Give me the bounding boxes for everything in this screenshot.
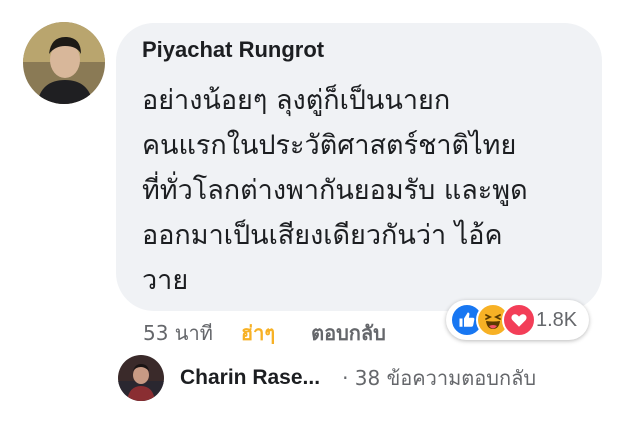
comment-text: อย่างน้อยๆ ลุงตู่ก็เป็นนายก คนแรกในประวั… [142, 78, 588, 303]
commenter-avatar[interactable] [23, 22, 105, 104]
comment-line: คนแรกในประวัติศาสตร์ชาติไทย [142, 130, 517, 161]
reply-author-name[interactable]: Charin Rase... [180, 366, 320, 390]
reply-button[interactable]: ตอบกลับ [311, 317, 386, 349]
love-icon [502, 303, 536, 337]
reaction-summary[interactable]: 1.8K [446, 300, 590, 340]
comment-timestamp[interactable]: 53 นาที [143, 317, 213, 349]
comment-bubble: Piyachat Rungrot อย่างน้อยๆ ลุงตู่ก็เป็น… [116, 23, 602, 311]
reply-author-avatar[interactable] [118, 355, 164, 401]
comment-line: วาย [142, 265, 189, 296]
haha-reaction-button[interactable]: ฮ่าๆ [241, 317, 275, 349]
replies-preview[interactable]: Charin Rase... · 38 ข้อความตอบกลับ [118, 355, 536, 401]
comment-actions: 53 นาที ฮ่าๆ ตอบกลับ [143, 317, 386, 349]
comment-author[interactable]: Piyachat Rungrot [142, 37, 324, 63]
reaction-count: 1.8K [536, 308, 578, 331]
comment-line: อย่างน้อยๆ ลุงตู่ก็เป็นนายก [142, 85, 451, 116]
comment-line: ออกมาเป็นเสียงเดียวกันว่า ไอ้ค [142, 220, 503, 251]
comment-line: ที่ทั่วโลกต่างพากันยอมรับ และพูด [142, 175, 528, 206]
view-replies-link[interactable]: · 38 ข้อความตอบกลับ [342, 362, 536, 394]
